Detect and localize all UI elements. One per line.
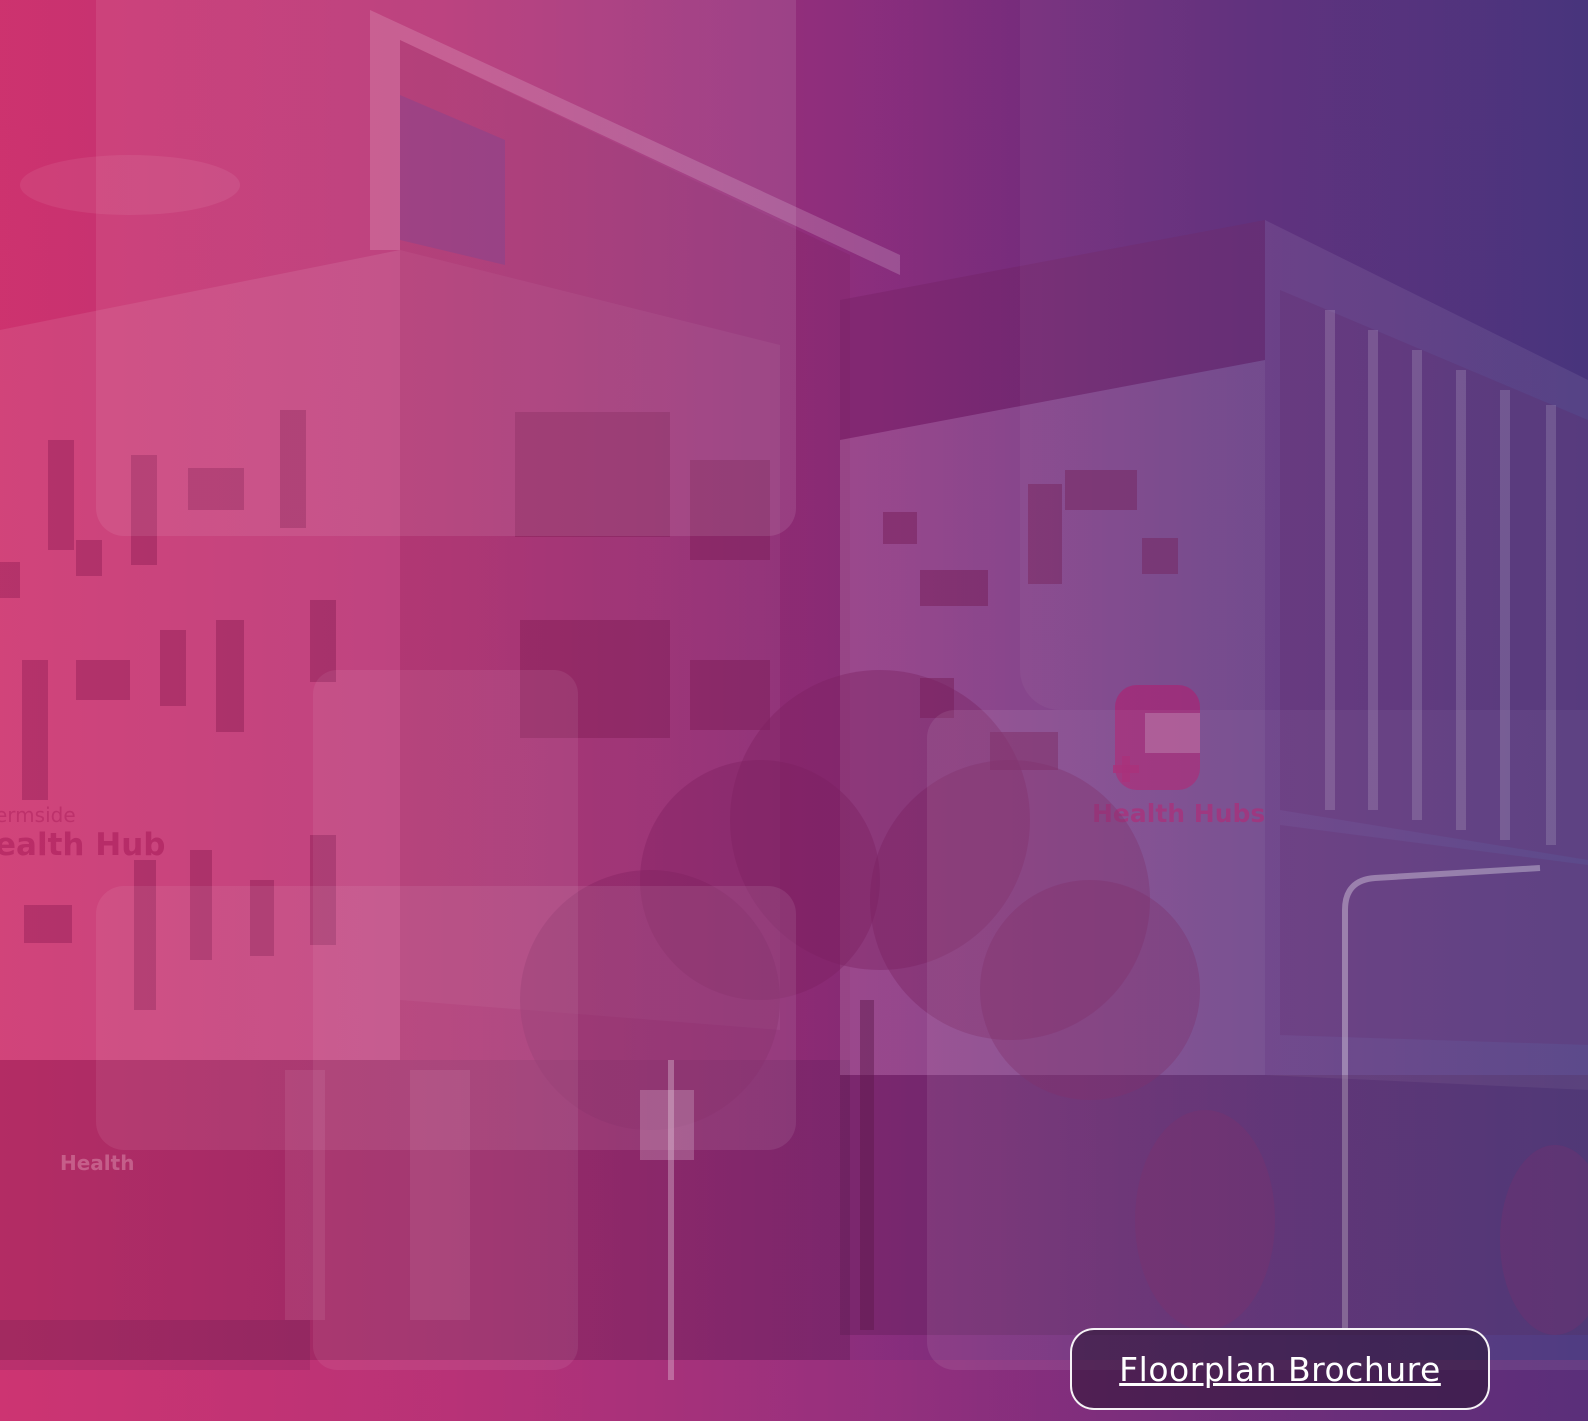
left-building-sign-line2: ealth Hub xyxy=(0,827,165,863)
left-building-sign-line1: ermside xyxy=(0,803,76,827)
overlay-tile xyxy=(96,0,796,536)
svg-text:Health: Health xyxy=(60,1151,134,1175)
overlay-tile xyxy=(927,710,1588,1370)
hero-banner: ermside ealth Hub Health Health Hubs Flo… xyxy=(0,0,1588,1421)
overlay-tile xyxy=(96,886,796,1150)
floorplan-brochure-button[interactable]: Floorplan Brochure xyxy=(1070,1328,1490,1410)
overlay-tile xyxy=(1020,0,1588,710)
